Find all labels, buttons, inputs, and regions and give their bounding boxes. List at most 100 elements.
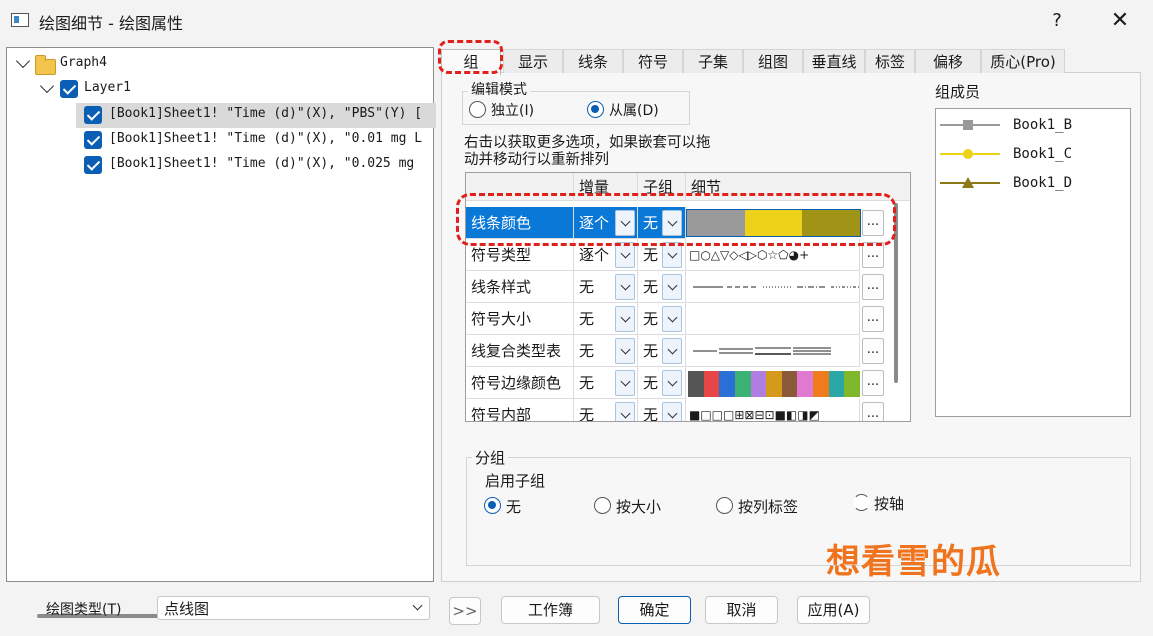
tab-display[interactable]: 显示 [503,49,563,73]
radio-none[interactable] [484,497,501,514]
tree-item-graph[interactable]: Graph4 [60,51,107,75]
plot-type-select[interactable]: 点线图 [157,596,430,620]
plot-checkbox[interactable] [84,131,102,149]
enable-subgroup-label: 启用子组 [485,472,546,490]
chevron-down-icon[interactable] [662,370,682,396]
radio-by-column-label-text[interactable]: 按列标签 [738,496,798,517]
grid-row-name[interactable]: 符号内部 [466,399,574,421]
plot-tree[interactable]: Graph4 Layer1 [Book1]Sheet1! "Time (d)"(… [6,47,436,618]
color-swatch [828,371,845,397]
chevron-down-icon[interactable] [662,306,682,332]
expand-button[interactable]: >> [449,597,481,625]
help-button[interactable]: ? [1042,8,1072,34]
row-options-button[interactable]: ... [862,306,884,332]
member-label: Book1_B [1013,117,1073,133]
ok-button[interactable]: 确定 [618,596,691,624]
row-options-button[interactable]: ... [862,338,884,364]
tab-centroid[interactable]: 质心(Pro) [981,49,1065,73]
circle-marker-icon [963,149,973,159]
chevron-down-icon[interactable] [662,402,682,421]
symbol-size-preview[interactable] [686,303,860,335]
chevron-down-icon[interactable] [615,274,635,300]
members-list[interactable]: Book1_B Book1_C Book1_D [935,108,1131,417]
members-title: 组成员 [935,83,981,101]
member-item[interactable]: Book1_D [936,173,1126,193]
tab-labels[interactable]: 标签 [865,49,915,73]
tab-highlight-annotation [438,40,503,74]
line-composite-icon [693,347,831,355]
chevron-down-icon [412,600,423,611]
chevron-down-icon[interactable] [39,78,55,94]
chevron-down-icon[interactable] [615,306,635,332]
grid-row-name[interactable]: 线复合类型表 [466,335,574,367]
row-options-button[interactable]: ... [862,402,884,421]
radio-dependent[interactable] [587,101,604,118]
plot-checkbox[interactable] [84,106,102,124]
tab-subset[interactable]: 子集 [683,49,743,73]
workbook-button[interactable]: 工作簿 [501,596,600,624]
grid-row-name[interactable]: 线条样式 [466,271,574,303]
color-swatch [703,371,720,397]
color-swatch [750,371,767,397]
radio-by-size-label[interactable]: 按大小 [616,496,661,517]
chevron-down-icon[interactable] [15,53,31,69]
edge-color-swatch-bar[interactable] [688,371,861,397]
member-item[interactable]: Book1_B [936,115,1126,135]
tab-drop-lines[interactable]: 垂直线 [803,49,865,73]
color-swatch [719,371,735,397]
square-marker-icon [963,120,973,130]
member-label: Book1_C [1013,146,1073,162]
plot-checkbox[interactable] [84,156,102,174]
row-options-button[interactable]: ... [862,370,884,396]
radio-by-axis-label[interactable]: 按轴 [874,493,904,514]
plot-type-value: 点线图 [164,600,210,618]
color-swatch [781,371,798,397]
close-button[interactable]: ✕ [1104,6,1136,36]
chevron-down-icon[interactable] [662,274,682,300]
color-swatch [766,371,782,397]
folder-icon [35,55,56,75]
watermark-text: 想看雪的瓜 [826,542,1001,582]
member-item[interactable]: Book1_C [936,144,1126,164]
color-swatch [797,371,814,397]
row-options-button[interactable]: ... [862,274,884,300]
row-highlight-annotation [456,193,896,246]
chevron-down-icon[interactable] [662,338,682,364]
tree-item-plot[interactable]: [Book1]Sheet1! "Time (d)"(X), "0.025 mg [109,152,433,176]
grid-row-name[interactable]: 符号边缘颜色 [466,367,574,399]
apply-button[interactable]: 应用(A) [797,596,870,624]
chevron-down-icon[interactable] [615,370,635,396]
tab-offset[interactable]: 偏移 [915,49,981,73]
radio-independent-label[interactable]: 独立(I) [491,100,534,120]
tree-item-plot[interactable]: [Book1]Sheet1! "Time (d)"(X), "PBS"(Y) [ [109,102,433,126]
color-swatch [844,371,861,397]
grouping-legend: 分组 [472,447,509,468]
line-style-icon [693,286,859,288]
app-icon [11,13,29,27]
line-composite-preview[interactable] [686,335,860,367]
radio-none-label[interactable]: 无 [506,496,521,517]
grouping-group [466,457,1131,566]
line-style-preview[interactable] [686,271,860,303]
radio-by-column-label[interactable] [716,497,733,514]
tree-item-layer[interactable]: Layer1 [84,76,131,100]
cancel-button[interactable]: 取消 [705,596,778,624]
hint-line-2: 动并移动行以重新排列 [464,152,609,168]
tab-group-plot[interactable]: 组图 [743,49,803,73]
radio-independent[interactable] [469,101,486,118]
radio-dependent-label[interactable]: 从属(D) [609,100,659,120]
layer-checkbox[interactable] [60,80,78,98]
tab-line[interactable]: 线条 [563,49,623,73]
chevron-down-icon[interactable] [615,338,635,364]
radio-by-axis[interactable] [853,494,870,511]
chevron-down-icon[interactable] [615,402,635,421]
color-swatch [813,371,829,397]
tab-symbol[interactable]: 符号 [623,49,683,73]
window-title: 绘图细节 - 绘图属性 [39,14,183,33]
tree-item-plot[interactable]: [Book1]Sheet1! "Time (d)"(X), "0.01 mg L [109,127,433,151]
grid-row-name[interactable]: 符号大小 [466,303,574,335]
symbol-fill-preview[interactable]: ■□□□⊞⊠⊟⊡■◧◨◩ [686,399,860,421]
edit-mode-legend: 编辑模式 [468,79,530,99]
triangle-marker-icon [962,177,974,188]
radio-by-size[interactable] [594,497,611,514]
